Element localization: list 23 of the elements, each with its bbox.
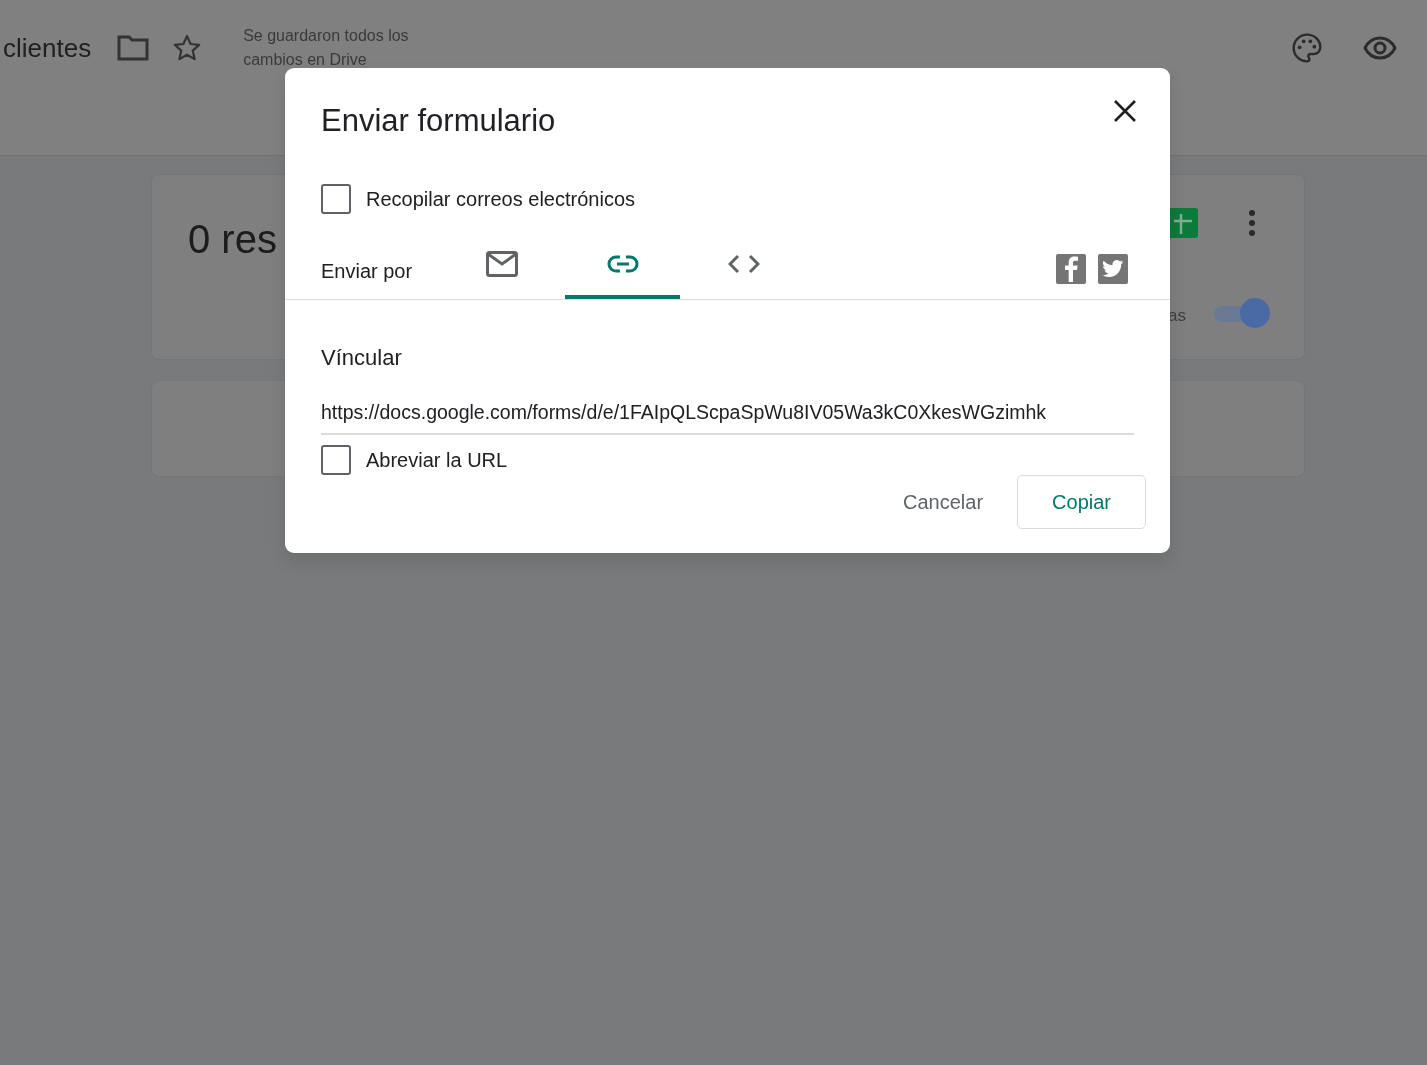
dialog-title: Enviar formulario — [321, 102, 556, 140]
bird-icon[interactable] — [1098, 254, 1128, 284]
code-brackets-icon — [727, 253, 760, 274]
envelope-icon — [485, 250, 518, 277]
more-options-icon[interactable] — [1248, 209, 1256, 237]
send-via-label: Enviar por — [321, 259, 413, 284]
checkbox[interactable] — [321, 445, 351, 475]
collect-emails-label: Recopilar correos electrónicos — [366, 187, 635, 212]
link-icon — [606, 254, 639, 273]
shorten-url-label: Abreviar la URL — [366, 448, 508, 473]
responses-heading: 0 res — [188, 216, 277, 263]
palette-icon[interactable] — [1291, 32, 1323, 64]
facebook-icon[interactable] — [1056, 254, 1086, 284]
spreadsheet-icon[interactable] — [1168, 208, 1198, 238]
save-status-text: Se guardaron todos los cambios en Drive — [243, 26, 410, 70]
section-title: Víncular — [321, 344, 402, 372]
link-field[interactable]: https://docs.google.com/forms/d/e/1FAIpQLScpaSpWu8IV05Wa3kC0XkesWGzimhk — [321, 398, 1134, 436]
checkbox[interactable] — [321, 184, 351, 214]
eye-icon[interactable] — [1363, 36, 1397, 60]
form-title: clientes — [3, 31, 92, 65]
accepting-responses-toggle[interactable] — [1212, 298, 1270, 328]
folder-icon[interactable] — [117, 35, 150, 61]
copy-button[interactable]: Copiar — [1017, 475, 1146, 529]
